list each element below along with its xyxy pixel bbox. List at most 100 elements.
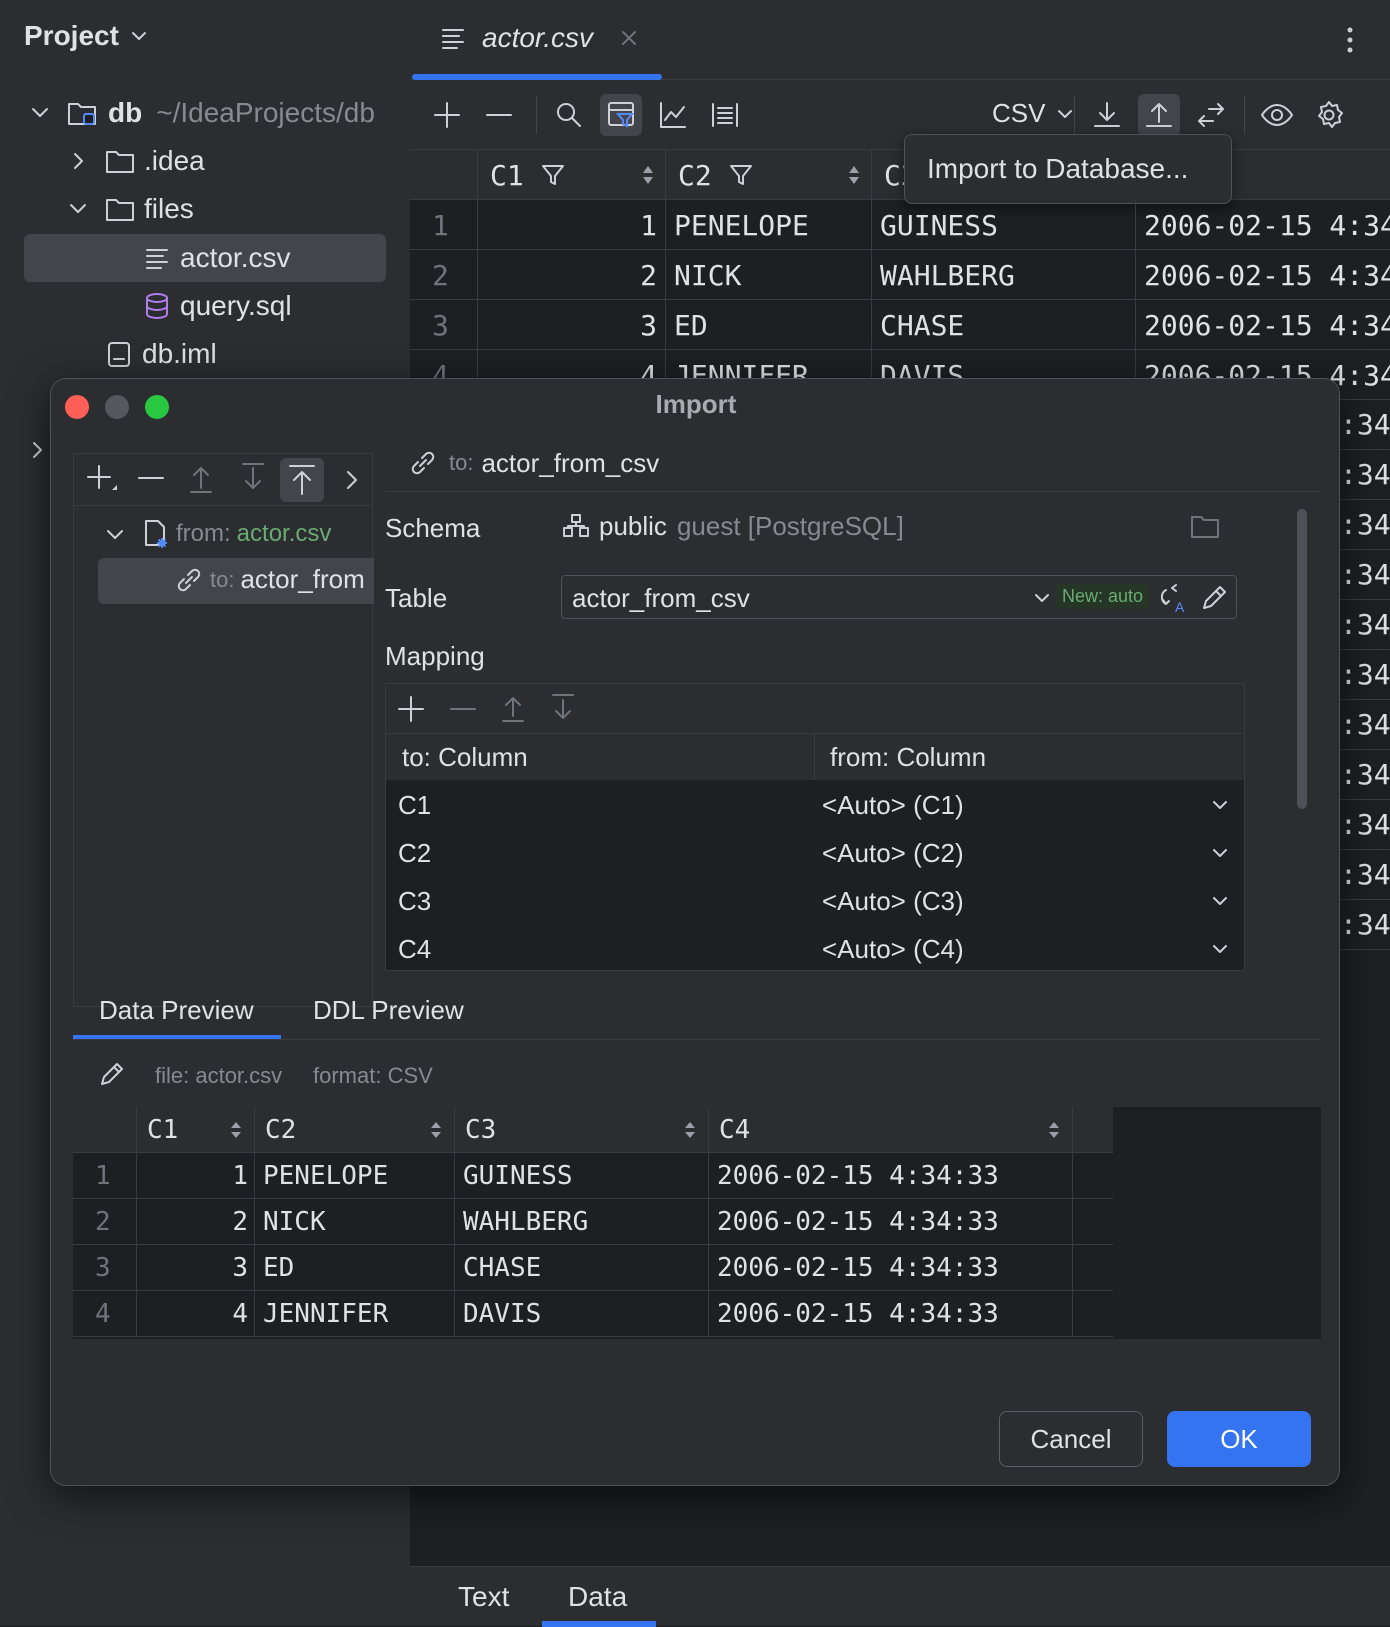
dialog-title: Import xyxy=(655,389,737,419)
tree-toolbar xyxy=(74,454,372,506)
folder-icon[interactable] xyxy=(1189,511,1221,541)
tree-item-label: actor.csv xyxy=(180,242,291,273)
column-header-c1[interactable]: C1 xyxy=(478,150,666,200)
search-button[interactable] xyxy=(548,94,590,136)
tree-item-query-sql[interactable]: query.sql xyxy=(142,283,292,329)
from-column-select[interactable]: <Auto> (C3) xyxy=(822,886,964,917)
tree-item-target[interactable]: to: actor_from xyxy=(174,564,374,595)
csv-file-icon xyxy=(442,29,464,49)
move-up-icon[interactable] xyxy=(498,692,528,726)
form-scrollbar[interactable] xyxy=(1297,509,1307,809)
columns-icon xyxy=(712,103,738,127)
table-row[interactable]: 1 1 PENELOPE GUINESS 2006-02-15 4:34 xyxy=(410,200,1390,250)
preview-column-c3[interactable]: C3 xyxy=(455,1107,709,1153)
tab-data[interactable]: Data xyxy=(568,1581,627,1613)
add-row-button[interactable] xyxy=(426,94,468,136)
table-combobox[interactable]: actor_from_csv New: auto A xyxy=(561,575,1237,619)
minus-icon[interactable] xyxy=(136,462,166,498)
view-button[interactable] xyxy=(1256,94,1298,136)
folder-icon xyxy=(106,199,134,221)
editor-tab-actor-csv[interactable]: actor.csv xyxy=(438,22,641,54)
settings-button[interactable] xyxy=(1308,94,1350,136)
minus-icon[interactable] xyxy=(448,694,478,724)
tree-item-label: query.sql xyxy=(180,290,292,321)
format-dropdown[interactable]: CSV xyxy=(992,98,1075,129)
mapping-toolbar xyxy=(386,684,1244,734)
tree-item-idea[interactable]: .idea xyxy=(66,138,205,184)
sort-icon[interactable] xyxy=(641,164,655,186)
preview-column-c2[interactable]: C2 xyxy=(255,1107,455,1153)
chevron-down-icon[interactable] xyxy=(1210,891,1230,911)
edit-icon[interactable] xyxy=(1198,582,1230,614)
filter-icon[interactable] xyxy=(540,162,566,188)
filter-toggle-button[interactable] xyxy=(600,94,642,136)
table-row[interactable]: 3 3 ED CHASE 2006-02-15 4:34 xyxy=(410,300,1390,350)
delete-row-button[interactable] xyxy=(478,94,520,136)
preview-column-c4[interactable]: C4 xyxy=(709,1107,1073,1153)
move-up-icon[interactable] xyxy=(186,462,216,498)
chevron-down-icon[interactable] xyxy=(1210,843,1230,863)
tab-data-preview[interactable]: Data Preview xyxy=(99,995,254,1026)
transpose-button[interactable] xyxy=(704,94,746,136)
tree-item-files[interactable]: files xyxy=(66,186,194,232)
sort-icon[interactable] xyxy=(430,1120,442,1140)
more-vertical-icon[interactable] xyxy=(1340,24,1360,56)
import-button[interactable] xyxy=(1138,94,1180,136)
download-button[interactable] xyxy=(1086,94,1128,136)
chevron-right-icon[interactable] xyxy=(340,466,364,494)
project-title-dropdown[interactable]: Project xyxy=(24,20,149,52)
mapping-row[interactable]: C4 <Auto> (C4) xyxy=(386,924,1244,970)
mapping-row[interactable]: C2 <Auto> (C2) xyxy=(386,828,1244,878)
sort-icon[interactable] xyxy=(684,1120,696,1140)
sort-icon[interactable] xyxy=(230,1120,242,1140)
data-toolbar: CSV xyxy=(410,80,1390,150)
table-row[interactable]: 2 2 NICK WAHLBERG 2006-02-15 4:34 xyxy=(410,250,1390,300)
ok-button[interactable]: OK xyxy=(1167,1411,1311,1467)
chevron-right-icon[interactable] xyxy=(28,438,48,462)
tree-item-db-iml[interactable]: db.iml xyxy=(104,331,217,377)
chevron-down-icon[interactable] xyxy=(1210,795,1230,815)
chevron-down-icon[interactable] xyxy=(1210,939,1230,959)
chart-button[interactable] xyxy=(652,94,694,136)
mapping-row[interactable]: C1 <Auto> (C1) xyxy=(386,780,1244,830)
link-icon xyxy=(177,568,201,591)
edit-icon[interactable] xyxy=(97,1059,127,1089)
from-column-select[interactable]: <Auto> (C2) xyxy=(822,838,964,869)
sort-icon[interactable] xyxy=(847,164,861,186)
module-file-icon xyxy=(108,342,130,367)
sort-icon[interactable] xyxy=(1048,1120,1060,1140)
chevron-down-icon[interactable] xyxy=(1032,588,1052,608)
move-down-icon[interactable] xyxy=(548,692,578,726)
schema-value[interactable]: public guest [PostgreSQL] xyxy=(561,511,904,542)
add-icon[interactable] xyxy=(84,462,120,498)
from-column-select[interactable]: <Auto> (C1) xyxy=(822,790,964,821)
tree-item-actor-csv[interactable]: actor.csv xyxy=(142,235,290,281)
editor-tab-bar: actor.csv xyxy=(410,0,1390,80)
table-input[interactable]: actor_from_csv xyxy=(572,583,750,614)
schema-icon xyxy=(563,513,589,537)
cancel-button[interactable]: Cancel xyxy=(999,1411,1143,1467)
mapping-row[interactable]: C3 <Auto> (C3) xyxy=(386,876,1244,926)
compare-button[interactable] xyxy=(1190,94,1232,136)
target-header: to: actor_from_csv xyxy=(407,447,659,479)
preview-column-c1[interactable]: C1 xyxy=(137,1107,255,1153)
tree-item-source[interactable]: from: actor.csv xyxy=(104,518,331,550)
move-down-icon[interactable] xyxy=(238,462,268,498)
move-top-button[interactable] xyxy=(280,458,324,502)
filter-table-icon xyxy=(608,102,635,128)
preview-header: C1 C2 C3 C4 xyxy=(73,1107,1113,1153)
tab-text[interactable]: Text xyxy=(458,1581,509,1613)
tab-ddl-preview[interactable]: DDL Preview xyxy=(313,995,464,1026)
upload-icon xyxy=(1146,103,1172,127)
chart-icon xyxy=(660,102,686,128)
tree-item-db[interactable]: db ~/IdeaProjects/db xyxy=(28,90,375,136)
filter-icon[interactable] xyxy=(728,162,754,188)
close-icon[interactable] xyxy=(617,26,641,50)
column-header-c2[interactable]: C2 xyxy=(666,150,872,200)
chevron-down-icon xyxy=(70,204,86,213)
table-label: Table xyxy=(385,583,448,613)
plus-icon[interactable] xyxy=(396,694,426,724)
case-refresh-icon[interactable]: A xyxy=(1158,582,1190,614)
from-column-select[interactable]: <Auto> (C4) xyxy=(822,934,964,965)
eye-icon xyxy=(1261,104,1293,126)
